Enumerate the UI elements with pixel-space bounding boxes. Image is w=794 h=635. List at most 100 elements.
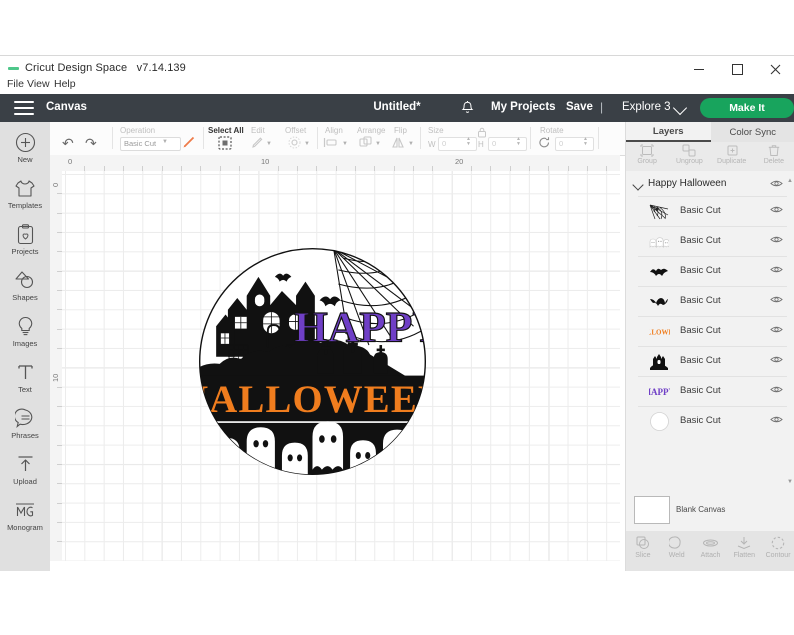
offset-icon[interactable] <box>288 136 301 154</box>
edit-caret-icon[interactable]: ▼ <box>266 141 272 147</box>
flatten-icon <box>727 536 761 551</box>
weld-label: Weld <box>668 552 685 559</box>
rotate-icon[interactable] <box>538 136 551 154</box>
ungroup-button[interactable]: Ungroup <box>668 142 710 171</box>
layer-row-halloween-text[interactable]: HALLOWEEN Basic Cut <box>638 316 787 346</box>
sidebar-item-monogram[interactable]: Monogram <box>0 500 50 532</box>
operation-caret-icon[interactable]: ▼ <box>162 139 168 145</box>
select-all-icon[interactable] <box>218 136 232 155</box>
edit-pencil-icon[interactable] <box>251 136 264 154</box>
delete-button[interactable]: Delete <box>753 142 794 171</box>
slice-button[interactable]: Slice <box>626 531 660 571</box>
group-collapse-caret-icon[interactable] <box>632 179 644 191</box>
rotate-label: Rotate <box>540 126 564 135</box>
offset-label[interactable]: Offset <box>285 126 306 135</box>
menu-item-file[interactable]: File <box>7 78 24 90</box>
rotate-stepper[interactable]: ▲ ▼ <box>582 137 589 149</box>
panel-scroll-down-icon[interactable]: ▼ <box>787 479 793 485</box>
my-projects-button[interactable]: My Projects <box>491 101 556 113</box>
layer-row-bat-2[interactable]: Basic Cut <box>638 286 787 316</box>
canvas-label: Canvas <box>46 101 87 113</box>
layer-list: Basic Cut Basic Cut Basic Cut Basic Cut … <box>626 196 794 436</box>
vruler-tick-0: 0 <box>51 182 60 187</box>
app-header: Canvas Untitled* My Projects Save | Expl… <box>0 94 794 122</box>
contour-button[interactable]: Contour <box>761 531 794 571</box>
shapes-icon <box>0 270 50 292</box>
offset-caret-icon[interactable]: ▼ <box>304 141 310 147</box>
sidebar-item-shapes[interactable]: Shapes <box>0 270 50 302</box>
layer-row-spiderweb[interactable]: Basic Cut <box>638 196 787 226</box>
undo-button[interactable]: ↶ <box>62 135 74 152</box>
layer-visibility-toggle[interactable] <box>770 355 783 364</box>
line-type-pencil-icon[interactable] <box>182 135 196 154</box>
svg-text:HALLOWEEN: HALLOWEEN <box>649 328 670 336</box>
make-it-button[interactable]: Make It <box>700 98 794 118</box>
flip-icon[interactable] <box>391 136 405 154</box>
align-label[interactable]: Align <box>325 126 343 135</box>
layer-row-happy-text[interactable]: HAPPY Basic Cut <box>638 376 787 406</box>
sidebar-item-templates[interactable]: Templates <box>0 178 50 210</box>
flatten-button[interactable]: Flatten <box>727 531 761 571</box>
size-height-stepper[interactable]: ▲ ▼ <box>515 137 522 149</box>
halloween-design-artwork[interactable]: HAPPY HALLOWEEN <box>195 244 430 484</box>
layer-row-haunted-house[interactable]: Basic Cut <box>638 346 787 376</box>
menu-item-view[interactable]: View <box>27 78 50 90</box>
flip-label[interactable]: Flip <box>394 126 407 135</box>
hruler-tick-10: 10 <box>261 157 270 166</box>
size-h-label: H <box>478 140 484 149</box>
weld-button[interactable]: Weld <box>660 531 694 571</box>
align-caret-icon[interactable]: ▼ <box>342 141 348 147</box>
sidebar-item-upload[interactable]: Upload <box>0 454 50 486</box>
flip-caret-icon[interactable]: ▼ <box>408 141 414 147</box>
redo-button[interactable]: ↷ <box>85 135 97 152</box>
sidebar-item-text[interactable]: Text <box>0 362 50 394</box>
layer-visibility-toggle[interactable] <box>770 325 783 334</box>
arrange-caret-icon[interactable]: ▼ <box>375 141 381 147</box>
layer-visibility-toggle[interactable] <box>770 295 783 304</box>
edit-label[interactable]: Edit <box>251 126 265 135</box>
duplicate-button[interactable]: Duplicate <box>711 142 753 171</box>
operation-select[interactable]: Basic Cut <box>120 137 181 151</box>
sidebar-item-projects[interactable]: Projects <box>0 224 50 256</box>
tab-layers[interactable]: Layers <box>626 122 711 142</box>
blank-canvas-row[interactable]: Blank Canvas <box>626 489 794 531</box>
tab-color-sync[interactable]: Color Sync <box>711 122 794 142</box>
sidebar-item-images[interactable]: Images <box>0 316 50 348</box>
layer-label: Basic Cut <box>680 355 721 366</box>
notification-bell-icon[interactable] <box>460 100 475 116</box>
save-button[interactable]: Save <box>566 101 593 113</box>
layer-visibility-toggle[interactable] <box>770 265 783 274</box>
layer-label: Basic Cut <box>680 385 721 396</box>
layer-group-header[interactable]: Happy Halloween <box>626 174 794 196</box>
select-all-label[interactable]: Select All <box>208 126 244 135</box>
bat-thumb-icon <box>648 262 670 281</box>
arrange-icon[interactable] <box>359 136 373 154</box>
hamburger-menu-icon[interactable] <box>14 101 34 115</box>
menu-item-help[interactable]: Help <box>54 78 76 90</box>
canvas-color-swatch[interactable] <box>634 496 670 524</box>
layer-visibility-toggle[interactable] <box>770 415 783 424</box>
sidebar-label-projects: Projects <box>11 247 39 256</box>
design-canvas[interactable]: HAPPY HALLOWEEN <box>62 171 620 561</box>
group-button[interactable]: Group <box>626 142 668 171</box>
sidebar-item-phrases[interactable]: Phrases <box>0 408 50 440</box>
sidebar-item-new[interactable]: New <box>0 132 50 164</box>
group-visibility-toggle[interactable] <box>770 179 783 188</box>
layer-visibility-toggle[interactable] <box>770 385 783 394</box>
tshirt-icon <box>0 178 50 200</box>
attach-button[interactable]: Attach <box>694 531 728 571</box>
arrange-label[interactable]: Arrange <box>357 126 385 135</box>
contour-label: Contour <box>765 552 791 559</box>
layer-row-ghosts[interactable]: Basic Cut <box>638 226 787 256</box>
layer-row-circle[interactable]: Basic Cut <box>638 406 787 436</box>
size-w-label: W <box>428 140 436 149</box>
chevron-down-icon[interactable] <box>672 100 688 116</box>
weld-icon <box>660 536 694 551</box>
layer-visibility-toggle[interactable] <box>770 205 783 214</box>
layer-visibility-toggle[interactable] <box>770 235 783 244</box>
size-width-stepper[interactable]: ▲ ▼ <box>465 137 472 149</box>
panel-tabs: Layers Color Sync <box>626 122 794 142</box>
align-icon[interactable] <box>323 136 339 154</box>
machine-selector[interactable]: Explore 3 <box>622 101 671 113</box>
layer-row-bat-1[interactable]: Basic Cut <box>638 256 787 286</box>
